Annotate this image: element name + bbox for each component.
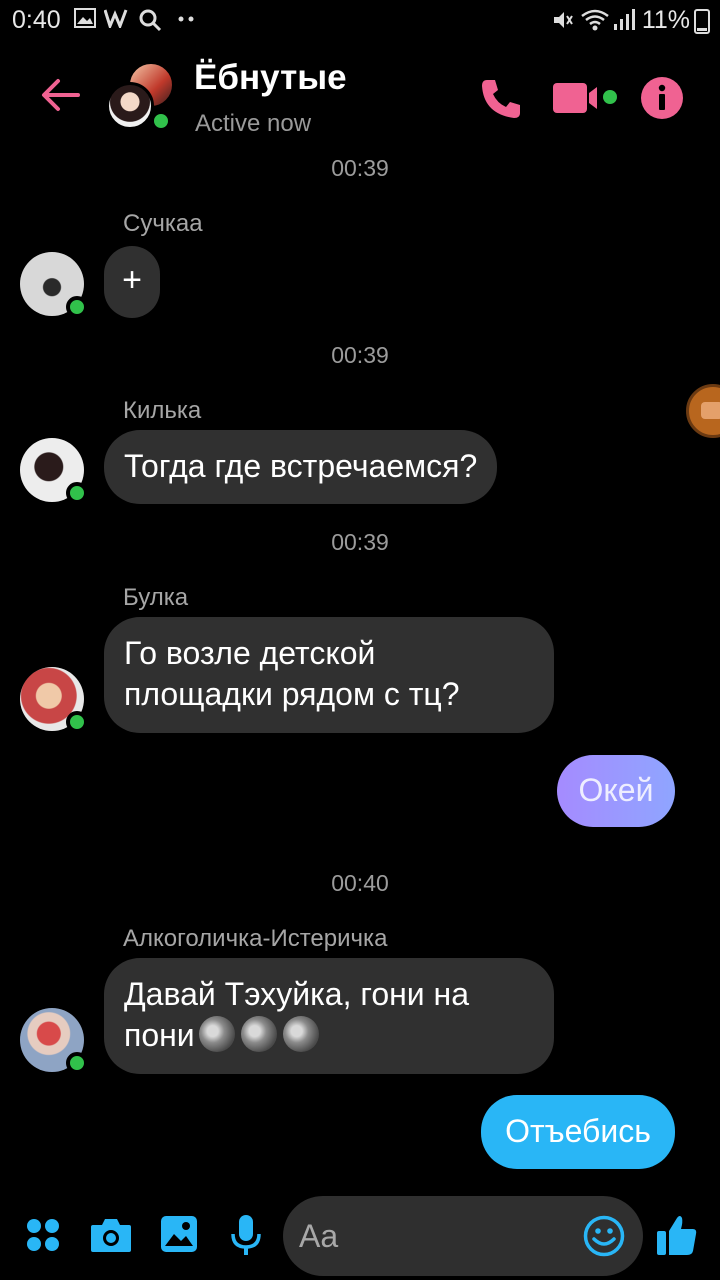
group-avatar-photo-2	[106, 82, 154, 130]
sender-name: Килька	[123, 397, 202, 424]
wifi-icon	[581, 9, 609, 31]
sender-name: Сучкаа	[123, 210, 203, 237]
message-bubble[interactable]: +	[104, 246, 160, 318]
timestamp: 00:40	[331, 870, 389, 896]
search-notification-icon	[139, 9, 162, 32]
menu-dots-icon[interactable]	[26, 1218, 60, 1252]
phone-icon[interactable]	[478, 76, 524, 122]
chat-title[interactable]: Ёбнутые	[194, 58, 347, 98]
w-notification-icon	[104, 9, 128, 28]
message-line: площадки рядом с тц?	[124, 676, 460, 712]
avatar[interactable]	[20, 252, 88, 318]
avatar[interactable]	[20, 1008, 88, 1074]
message-line: пони	[124, 1015, 534, 1056]
new-moon-face-emoji-icon	[240, 1016, 277, 1052]
status-time: 0:40	[12, 6, 61, 34]
chat-header: Ёбнутые Active now	[0, 50, 720, 145]
timestamp: 00:39	[331, 155, 389, 181]
message-input-container[interactable]	[283, 1196, 643, 1276]
back-arrow-icon[interactable]	[38, 72, 84, 118]
video-overlay-icon	[701, 402, 720, 419]
signal-icon	[614, 9, 635, 30]
floating-overlay-button[interactable]	[686, 384, 720, 438]
gallery-icon[interactable]	[160, 1215, 198, 1253]
online-indicator	[66, 482, 88, 504]
message-input[interactable]	[299, 1196, 569, 1276]
thumbs-up-icon[interactable]	[656, 1214, 698, 1256]
new-moon-face-emoji-icon	[198, 1016, 235, 1052]
camera-icon[interactable]	[90, 1217, 132, 1253]
message-line: Го возле детской	[124, 635, 376, 671]
battery-percent: 11%	[641, 6, 690, 34]
active-status: Active now	[195, 110, 312, 137]
more-notifications-icon	[178, 16, 194, 22]
battery-icon	[694, 9, 710, 34]
sender-name: Алкоголичка-Истеричка	[123, 925, 388, 952]
group-avatar[interactable]	[106, 62, 174, 132]
message-line: Давай Тэхуйка, гони на	[124, 976, 470, 1012]
message-bubble[interactable]: Давай Тэхуйка, гони на пони	[104, 958, 554, 1074]
message-bubble[interactable]: Го возле детской площадки рядом с тц?	[104, 617, 554, 733]
message-text: пони	[124, 1017, 195, 1053]
online-indicator	[66, 296, 88, 318]
message-bubble[interactable]: Тогда где встречаемся?	[104, 430, 498, 504]
outgoing-message-bubble[interactable]: Окей	[557, 755, 675, 827]
timestamp: 00:39	[331, 342, 389, 368]
timestamp: 00:39	[331, 529, 389, 555]
new-moon-face-emoji-icon	[282, 1016, 319, 1052]
avatar[interactable]	[20, 438, 88, 504]
info-icon[interactable]	[640, 76, 684, 120]
online-indicator	[66, 711, 88, 733]
online-indicator	[150, 110, 172, 132]
sender-name: Булка	[123, 584, 189, 611]
avatar[interactable]	[20, 667, 88, 733]
microphone-icon[interactable]	[230, 1214, 262, 1256]
mute-icon	[554, 12, 573, 28]
online-indicator	[66, 1052, 88, 1074]
image-notification-icon	[74, 8, 96, 28]
composer-bar	[0, 1190, 720, 1280]
outgoing-message-bubble[interactable]: Отъебись	[481, 1095, 675, 1169]
emoji-icon[interactable]	[583, 1215, 625, 1257]
status-bar: 0:40 11%	[0, 0, 720, 44]
video-call-icon[interactable]	[552, 80, 622, 116]
